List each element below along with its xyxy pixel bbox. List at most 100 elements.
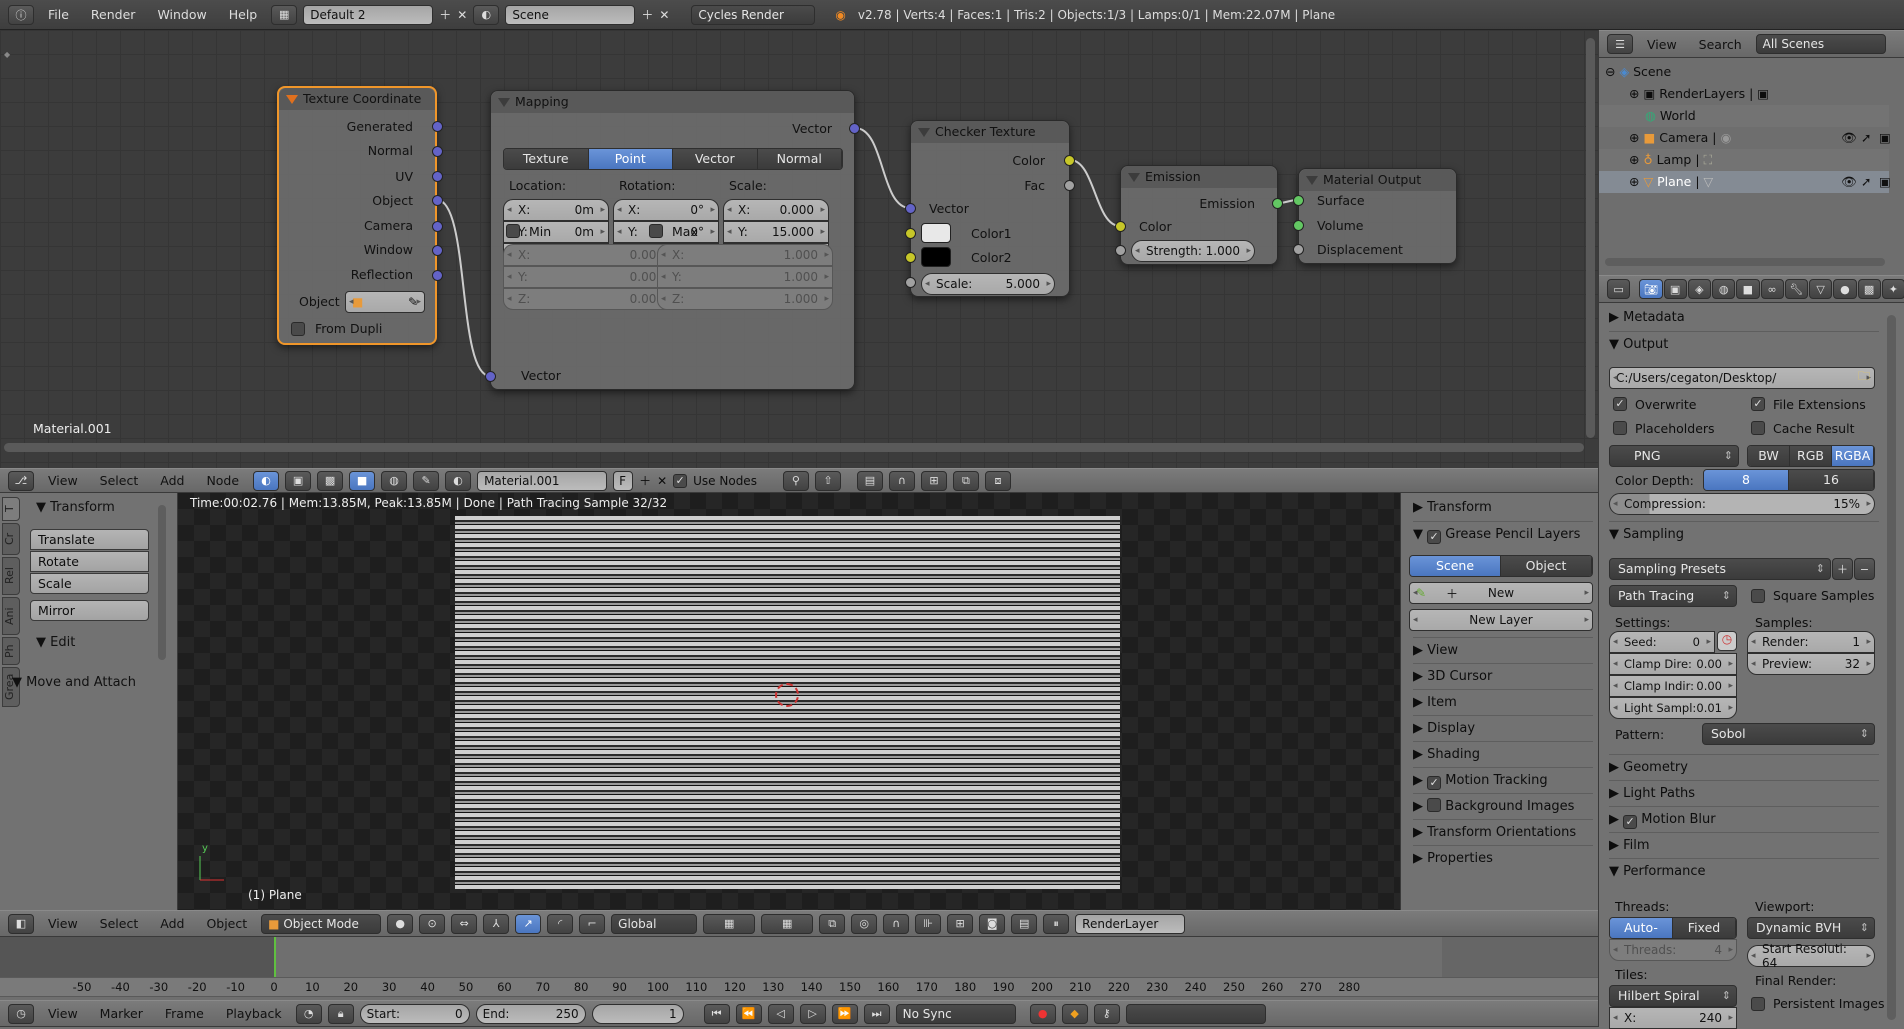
setting-3-field[interactable]: Light Sampl:0.01 [1609, 697, 1737, 719]
layers-1-icon[interactable]: ▦ [703, 913, 756, 934]
jump-start-icon[interactable]: ⏮ [703, 1003, 730, 1024]
menu-node[interactable]: Node [198, 473, 247, 488]
material-browse-icon[interactable]: ◐ [445, 470, 472, 491]
node-emission[interactable]: Emission Emission Color Strength:1.000 [1115, 165, 1283, 265]
socket-strength-in[interactable] [1115, 245, 1126, 256]
opengl-render-icon[interactable]: ◙ [979, 913, 1006, 934]
object-tab-icon[interactable]: ■ [1736, 279, 1760, 299]
texture-tab-icon[interactable]: ▩ [1857, 279, 1881, 299]
socket-reflection[interactable] [432, 270, 443, 281]
object-picker-field[interactable]: ■✎ [345, 291, 425, 313]
location-x-field[interactable]: X: 0m [503, 199, 609, 221]
select-arrow-icon[interactable]: ➚ [1861, 127, 1871, 149]
setting-1-field[interactable]: Clamp Dire: 0.00 [1609, 653, 1737, 675]
rotate-button[interactable]: Rotate [30, 551, 149, 572]
render-tab-icon[interactable]: 📷︎ [1639, 279, 1663, 299]
setting-2-field[interactable]: Clamp Indir:0.00 [1609, 675, 1737, 697]
3d-cursor-icon[interactable] [775, 683, 799, 707]
depth-16-button[interactable]: 16 [1789, 470, 1874, 490]
properties-scrollbar[interactable] [1887, 315, 1896, 1020]
scale-button[interactable]: Scale [30, 573, 149, 594]
samples-0-field[interactable]: Render: 1 [1747, 631, 1875, 653]
snap-element-icon[interactable]: ⊞ [920, 470, 947, 491]
scene-tab-icon[interactable]: ◈ [1687, 279, 1711, 299]
outliner-hscrollbar[interactable] [1605, 258, 1885, 266]
magnet-icon[interactable]: ∩ [888, 470, 915, 491]
menu-search[interactable]: Search [1691, 37, 1750, 52]
socket-vector-out[interactable] [849, 123, 860, 134]
min-z-field[interactable]: Z:0.000 [503, 288, 679, 310]
translate-button[interactable]: Translate [30, 529, 149, 550]
npanel-section-shading[interactable]: ▶ Shading [1413, 741, 1593, 767]
rgba-button[interactable]: RGBA [1832, 446, 1874, 466]
menu-add[interactable]: Add [152, 916, 192, 931]
grease-scene-button[interactable]: Scene [1410, 556, 1501, 576]
tile-x-field[interactable]: X: 240 [1609, 1007, 1737, 1029]
node-mapping[interactable]: Mapping Vector Texture Point Vector Norm… [485, 90, 860, 390]
output-panel-header[interactable]: ▼ Output [1609, 331, 1879, 357]
from-dupli-checkbox[interactable] [291, 322, 305, 336]
editor-type-outliner-icon[interactable]: ☰ [1607, 34, 1633, 54]
jump-end-icon[interactable]: ⏭ [863, 1003, 890, 1024]
display-mode-select[interactable]: All Scenes [1755, 34, 1886, 54]
current-frame-field[interactable]: 1 [591, 1003, 684, 1024]
grease-new-button[interactable]: ✎ ＋ New [1409, 582, 1593, 604]
scale-field[interactable]: Scale: 5.000 [921, 273, 1055, 295]
select-arrow-icon[interactable]: ➚ [1861, 171, 1871, 193]
npanel-section-background-images[interactable]: ▶ Background Images [1413, 793, 1593, 819]
editor-type-node-icon[interactable]: ⎇ [8, 470, 34, 491]
npanel-section-transform-orientations[interactable]: ▶ Transform Orientations [1413, 819, 1593, 845]
backdrop-icon[interactable]: ▤ [856, 470, 883, 491]
eyedropper-icon[interactable]: ✎ [408, 295, 418, 309]
npanel-section-properties[interactable]: ▶ Properties [1413, 845, 1593, 871]
outliner-item-world[interactable]: ◍ World [1599, 105, 1889, 127]
particles-tab-icon[interactable]: ✦ [1881, 279, 1904, 299]
render-layers-tab-icon[interactable]: ▣ [1663, 279, 1687, 299]
lock-range-icon[interactable]: 🔒︎ [327, 1003, 354, 1024]
start-resolution-field[interactable]: Start Resoluti: 64 [1747, 942, 1875, 970]
socket-normal[interactable] [432, 146, 443, 157]
cache-result-checkbox[interactable] [1751, 421, 1765, 435]
npanel-section-item[interactable]: ▶ Item [1413, 689, 1593, 715]
jump-keyframe-back-icon[interactable]: ⏪ [735, 1003, 762, 1024]
node-material-output[interactable]: Material Output Surface Volume Displacem… [1293, 168, 1457, 264]
setting-0-field[interactable]: Seed: 0 [1609, 631, 1715, 653]
constraints-tab-icon[interactable]: ∞ [1760, 279, 1784, 299]
menu-view[interactable]: View [40, 916, 86, 931]
shelf-tab-animation[interactable]: Ani [2, 597, 20, 635]
compression-slider[interactable]: Compression: 15% [1609, 493, 1875, 515]
folder-icon[interactable]: 🗀︎ [1853, 367, 1875, 389]
performance-panel-header[interactable]: ▼ Performance [1609, 858, 1879, 884]
keying-set-icon[interactable]: ◆ [1061, 1003, 1088, 1024]
sampling-panel-header[interactable]: ▼ Sampling [1609, 521, 1879, 547]
npanel-grease-header[interactable]: ▼ ✓ Grease Pencil Layers [1413, 521, 1593, 547]
socket-vector-in[interactable] [485, 371, 496, 382]
socket-surface-in[interactable] [1293, 195, 1304, 206]
playhead[interactable] [274, 937, 276, 977]
add-material-icon[interactable]: ＋ [639, 472, 651, 489]
pause-render-icon[interactable]: ⏸ [1043, 913, 1070, 934]
menu-view[interactable]: View [1639, 37, 1685, 52]
sync-mode-select[interactable]: No Sync [895, 1003, 1016, 1024]
tab-point[interactable]: Point [588, 149, 673, 169]
tile-order-select[interactable]: Hilbert Spiral [1609, 985, 1737, 1007]
use-nodes-checkbox[interactable]: ✓ [673, 473, 688, 488]
remove-preset-icon[interactable]: − [1854, 558, 1875, 580]
outliner-item-renderlayers[interactable]: ⊕ ▣ RenderLayers | ▣ [1599, 83, 1889, 105]
object-shader-icon[interactable]: ■ [349, 470, 376, 491]
jump-keyframe-forward-icon[interactable]: ⏩ [831, 1003, 858, 1024]
parent-node-tree-icon[interactable]: ⇧ [814, 470, 841, 491]
socket-uv[interactable] [432, 171, 443, 182]
socket-camera[interactable] [432, 221, 443, 232]
socket-fac-out[interactable] [1064, 180, 1075, 191]
move-manipulator-icon[interactable]: ↗ [515, 913, 542, 934]
sampling-presets-select[interactable]: Sampling Presets [1609, 558, 1831, 580]
color2-swatch[interactable] [921, 247, 951, 267]
end-frame-field[interactable]: End: 250 [475, 1003, 586, 1024]
menu-frame[interactable]: Frame [157, 1006, 212, 1021]
copy-icon[interactable]: ⧉ [952, 470, 979, 491]
overwrite-checkbox[interactable]: ✓ [1613, 397, 1627, 411]
data-tab-icon[interactable]: ▽ [1809, 279, 1833, 299]
shelf-tab-create[interactable]: Cr [2, 523, 20, 555]
compositing-nodes-icon[interactable]: ▣ [285, 470, 312, 491]
